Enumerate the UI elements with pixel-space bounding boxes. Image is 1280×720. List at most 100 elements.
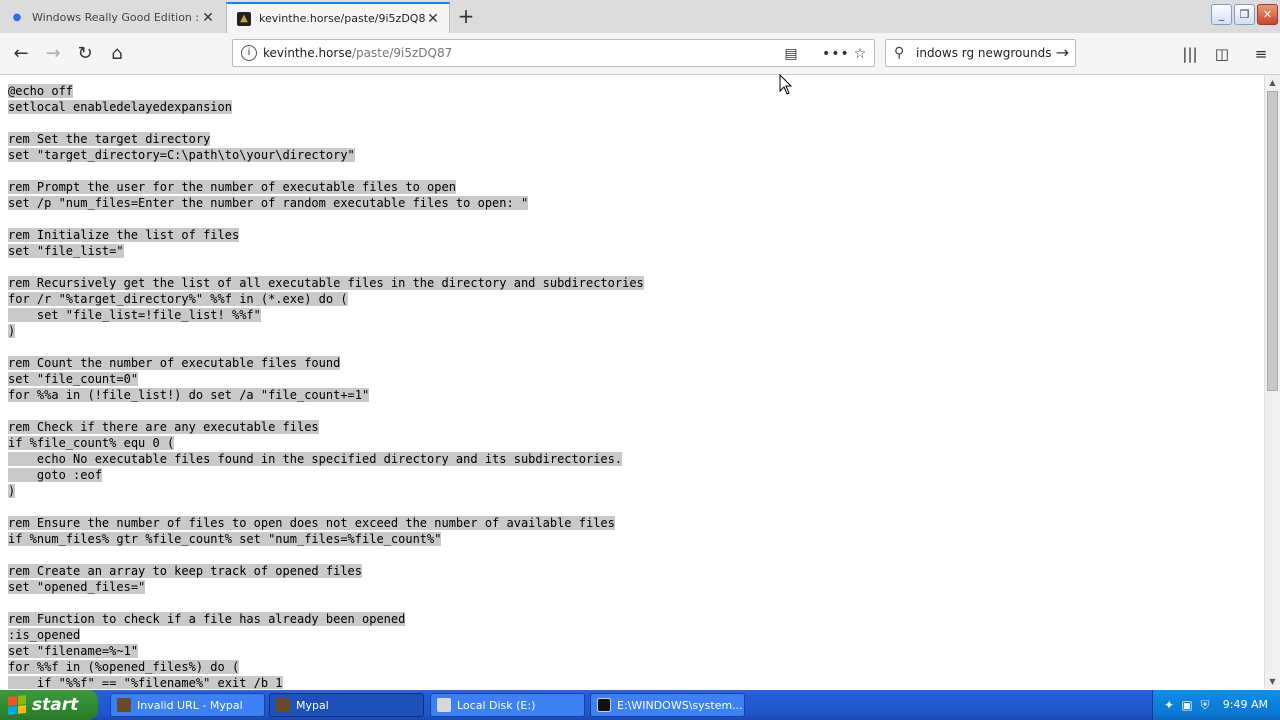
code-line-text: for /r "%target_directory%" %%f in (*.ex…: [8, 292, 348, 306]
bookmark-star-icon[interactable]: ☆: [850, 44, 870, 64]
tab-windows-really-good-edition[interactable]: ● Windows Really Good Edition : Ja ✕: [0, 2, 224, 33]
close-tab-icon[interactable]: ✕: [200, 10, 216, 26]
reload-icon[interactable]: ↻: [72, 41, 98, 67]
code-line: rem Set the target directory: [8, 131, 1264, 147]
code-line-text: echo No executable files found in the sp…: [8, 452, 623, 466]
code-line: goto :eof: [8, 467, 1264, 483]
menu-hamburger-icon[interactable]: ≡: [1248, 41, 1274, 67]
code-line: echo No executable files found in the sp…: [8, 451, 1264, 467]
taskbar-item-mypal[interactable]: Mypal: [269, 693, 424, 717]
code-line-text: setlocal enabledelayedexpansion: [8, 100, 232, 114]
close-tab-icon[interactable]: ✕: [425, 11, 441, 27]
code-line: set "file_count=0": [8, 371, 1264, 387]
system-tray: ✦ ▣ ⛨ 9:49 AM: [1152, 690, 1280, 720]
code-line: for %%f in (%opened_files%) do (: [8, 659, 1264, 675]
code-line: rem Check if there are any executable fi…: [8, 419, 1264, 435]
code-line-text: rem Create an array to keep track of ope…: [8, 564, 363, 578]
mypal-icon: [117, 698, 131, 712]
minimize-icon[interactable]: _: [1211, 4, 1232, 25]
search-bar[interactable]: ⚲ indows rg newgrounds →: [885, 39, 1076, 67]
code-line-text: @echo off: [8, 84, 74, 98]
code-line-text: ): [8, 324, 16, 338]
code-line-text: rem Initialize the list of files: [8, 228, 240, 242]
code-line-text: set "file_list=": [8, 244, 124, 258]
code-line: ): [8, 323, 1264, 339]
scroll-up-arrow-icon[interactable]: ▲: [1265, 75, 1280, 90]
code-line-text: if %num_files% gtr %file_count% set "num…: [8, 532, 442, 546]
code-line-text: rem Function to check if a file has alre…: [8, 612, 406, 626]
taskbar-item-local-disk[interactable]: Local Disk (E:): [430, 693, 585, 717]
tab-kevinthe-horse-paste[interactable]: ▲ kevinthe.horse/paste/9i5zDQ87 ✕: [226, 2, 450, 33]
console-icon: [597, 698, 611, 712]
search-icon: ⚲: [894, 45, 905, 61]
start-button[interactable]: start: [0, 690, 98, 720]
code-line-text: rem Prompt the user for the number of ex…: [8, 180, 456, 194]
code-line-text: rem Recursively get the list of all exec…: [8, 276, 644, 290]
code-line-text: :is_opened: [8, 628, 81, 642]
mypal-icon: [276, 698, 290, 712]
url-path: /paste/9i5zDQ87: [351, 46, 453, 60]
code-line: rem Recursively get the list of all exec…: [8, 275, 1264, 291]
new-tab-icon[interactable]: +: [456, 6, 476, 26]
taskbar-item-label: Local Disk (E:): [457, 698, 536, 712]
library-icon[interactable]: |||: [1177, 41, 1203, 67]
search-go-arrow-icon[interactable]: →: [1056, 43, 1069, 62]
restore-icon[interactable]: ❐: [1234, 4, 1255, 25]
home-icon[interactable]: ⌂: [104, 41, 130, 67]
site-favicon-icon: ▲: [237, 11, 251, 26]
start-label: start: [32, 695, 79, 715]
code-line: rem Initialize the list of files: [8, 227, 1264, 243]
code-line-text: rem Count the number of executable files…: [8, 356, 341, 370]
tray-network-icon[interactable]: ▣: [1179, 697, 1195, 713]
code-line: :is_opened: [8, 627, 1264, 643]
window-controls: _ ❐ ✕: [1209, 4, 1278, 25]
taskbar-item-label: E:\WINDOWS\system...: [617, 698, 743, 712]
code-line: set /p "num_files=Enter the number of ra…: [8, 195, 1264, 211]
code-line: for /r "%target_directory%" %%f in (*.ex…: [8, 291, 1264, 307]
code-line: rem Prompt the user for the number of ex…: [8, 179, 1264, 195]
code-line-text: if "%%f" == "%filename%" exit /b 1: [8, 676, 283, 689]
loading-dot-icon: ●: [12, 12, 22, 23]
taskbar: start Invalid URL - Mypal Mypal Local Di…: [0, 690, 1280, 720]
code-line: rem Function to check if a file has alre…: [8, 611, 1264, 627]
tab-title: Windows Really Good Edition : Ja: [32, 11, 200, 24]
code-line-text: for %%f in (%opened_files%) do (: [8, 660, 240, 674]
close-window-icon[interactable]: ✕: [1257, 4, 1278, 25]
code-line: rem Count the number of executable files…: [8, 355, 1264, 371]
code-line-text: set "filename=%~1": [8, 644, 139, 658]
taskbar-item-invalid-url-mypal[interactable]: Invalid URL - Mypal: [110, 693, 265, 717]
windows-logo-icon: [8, 695, 26, 715]
url-text[interactable]: kevinthe.horse/paste/9i5zDQ87: [263, 46, 452, 60]
tray-tools-icon[interactable]: ✦: [1161, 697, 1177, 713]
code-line: if "%%f" == "%filename%" exit /b 1: [8, 675, 1264, 689]
tray-security-shield-icon[interactable]: ⛨: [1197, 697, 1213, 713]
scrollbar-thumb[interactable]: [1267, 91, 1278, 391]
site-info-icon[interactable]: i: [241, 45, 257, 61]
search-input[interactable]: indows rg newgrounds: [916, 46, 1051, 60]
sidebar-icon[interactable]: ◫: [1209, 41, 1235, 67]
reader-view-icon[interactable]: ▤: [781, 44, 801, 64]
code-line: set "opened_files=": [8, 579, 1264, 595]
code-line-text: set /p "num_files=Enter the number of ra…: [8, 196, 529, 210]
code-line: setlocal enabledelayedexpansion: [8, 99, 1264, 115]
back-arrow-icon[interactable]: ←: [8, 41, 34, 67]
forward-arrow-icon[interactable]: →: [40, 41, 66, 67]
page-content: @echo off setlocal enabledelayedexpansion…: [0, 75, 1264, 689]
vertical-scrollbar[interactable]: ▲ ▼: [1264, 75, 1280, 689]
code-line: @echo off: [8, 83, 1264, 99]
tab-strip: ● Windows Really Good Edition : Ja ✕ ▲ k…: [0, 0, 1280, 33]
code-line-text: rem Ensure the number of files to open d…: [8, 516, 615, 530]
url-domain: kevinthe.horse: [263, 46, 352, 60]
taskbar-item-command-prompt[interactable]: E:\WINDOWS\system...: [590, 693, 745, 717]
page-actions-icon[interactable]: •••: [822, 44, 849, 64]
address-bar[interactable]: i kevinthe.horse/paste/9i5zDQ87 ▤ ••• ☆: [232, 39, 875, 67]
code-line-text: rem Check if there are any executable fi…: [8, 420, 319, 434]
paste-code-block: @echo off setlocal enabledelayedexpansion…: [0, 75, 1264, 689]
scroll-down-arrow-icon[interactable]: ▼: [1265, 674, 1280, 689]
code-line: rem Ensure the number of files to open d…: [8, 515, 1264, 531]
